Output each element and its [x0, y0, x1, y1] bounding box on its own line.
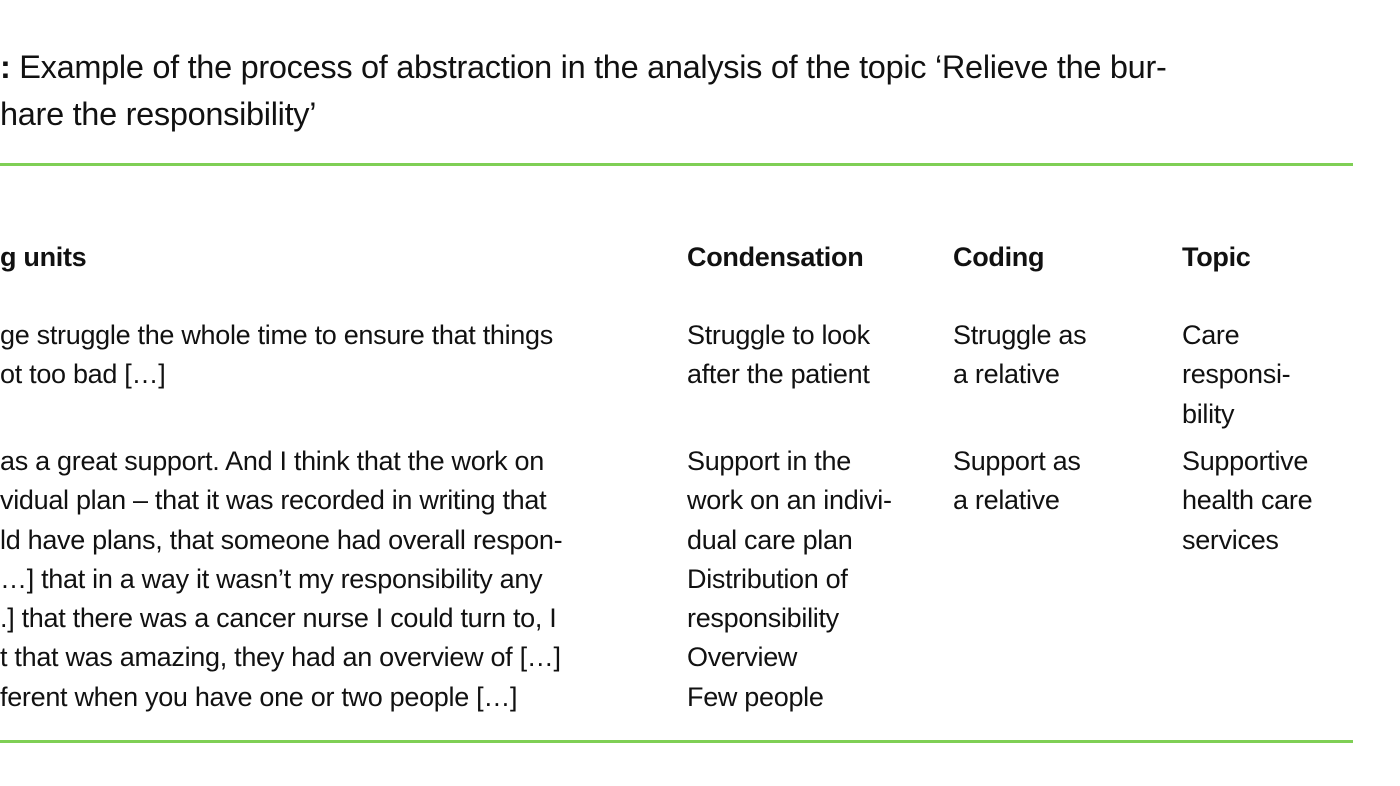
- text-line: responsi-: [1182, 359, 1291, 390]
- text-line: Support as: [953, 446, 1081, 476]
- text-line: …] that in a way it wasn’t my responsibi…: [0, 563, 543, 594]
- text-line: ot too bad […]: [0, 359, 166, 390]
- text-line: a relative: [953, 485, 1060, 516]
- text-line: Supportive: [1182, 446, 1309, 476]
- top-rule: [0, 163, 1353, 166]
- row2-meaning-unit: as a great support. And I think that the…: [0, 442, 563, 717]
- text-line: health care: [1182, 485, 1313, 516]
- text-line: .] that there was a cancer nurse I could…: [0, 603, 557, 634]
- caption-label: :: [0, 49, 11, 85]
- text-line: Overview: [687, 642, 798, 673]
- text-line: bility: [1182, 398, 1235, 429]
- text-line: Support in the: [687, 446, 851, 476]
- header-condensation: Condensation: [687, 242, 864, 272]
- bottom-rule: [0, 740, 1353, 743]
- text-line: Distribution of: [687, 563, 848, 594]
- text-line: vidual plan – that it was recorded in wr…: [0, 485, 547, 516]
- text-line: services: [1182, 524, 1279, 555]
- row2-coding: Support as a relative: [953, 442, 1081, 521]
- text-line: ld have plans, that someone had overall …: [0, 524, 563, 555]
- text-line: Few people: [687, 681, 824, 712]
- text-line: Care: [1182, 320, 1240, 350]
- text-line: work on an indivi-: [687, 485, 892, 516]
- caption-text-1: Example of the process of abstraction in…: [10, 49, 1167, 85]
- text-line: responsibility: [687, 603, 839, 634]
- text-line: ferent when you have one or two people […: [0, 681, 518, 712]
- text-line: Struggle to look: [687, 320, 870, 350]
- text-line: Struggle as: [953, 320, 1087, 350]
- row2-topic: Supportive health care services: [1182, 442, 1313, 560]
- text-line: t that was amazing, they had an overview…: [0, 642, 561, 673]
- caption-line-1: : Example of the process of abstraction …: [0, 44, 1167, 91]
- row1-meaning-unit: ge struggle the whole time to ensure tha…: [0, 316, 553, 395]
- text-line: a relative: [953, 359, 1060, 390]
- header-coding: Coding: [953, 242, 1045, 272]
- row1-condensation: Struggle to look after the patient: [687, 316, 870, 395]
- text-line: as a great support. And I think that the…: [0, 446, 544, 476]
- header-topic: Topic: [1182, 242, 1251, 272]
- row1-topic: Care responsi- bility: [1182, 316, 1291, 434]
- caption-line-2: hare the responsibility’: [0, 96, 317, 132]
- row1-coding: Struggle as a relative: [953, 316, 1087, 395]
- table-caption: : Example of the process of abstraction …: [0, 44, 1167, 138]
- text-line: dual care plan: [687, 524, 853, 555]
- header-meaning-units: g units: [0, 242, 87, 272]
- text-line: ge struggle the whole time to ensure tha…: [0, 320, 553, 350]
- row2-condensation: Support in the work on an indivi- dual c…: [687, 442, 892, 717]
- text-line: after the patient: [687, 359, 870, 390]
